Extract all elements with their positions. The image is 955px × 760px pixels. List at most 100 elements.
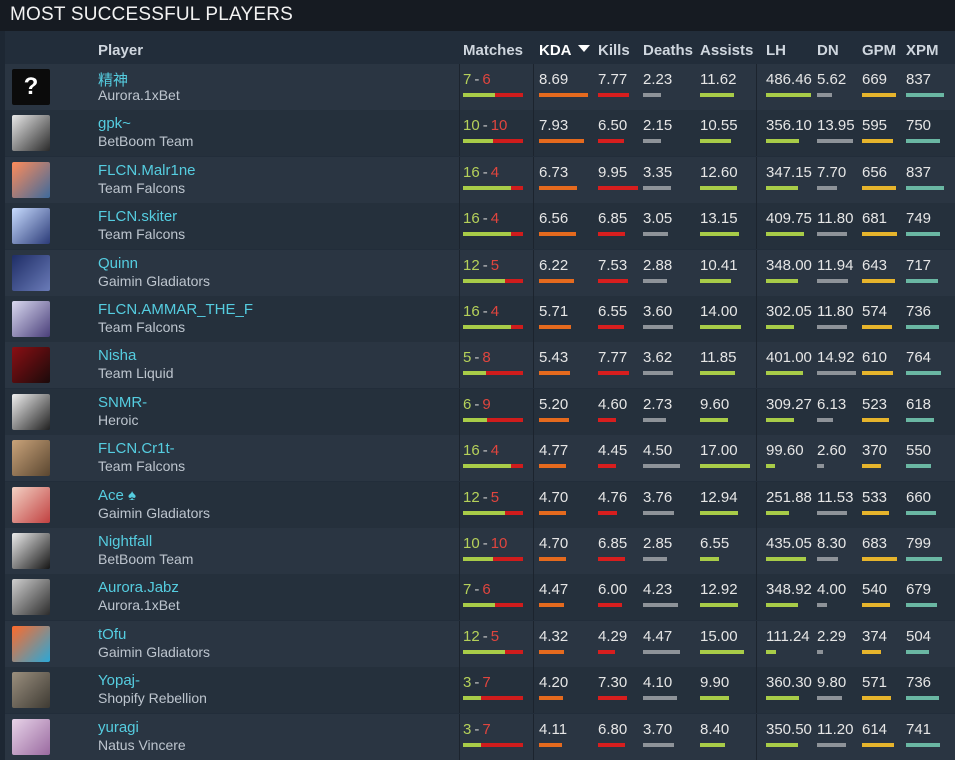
column-divider <box>533 574 534 621</box>
column-divider <box>756 667 757 714</box>
player-name-link[interactable]: Yopaj- <box>98 672 140 689</box>
table-row[interactable]: tOfu Gaimin Gladiators 12-5 4.32 4.29 4.47 15.… <box>5 620 955 667</box>
header-lh[interactable]: LH <box>766 42 786 59</box>
table-row[interactable]: Ace ♠ Gaimin Gladiators 12-5 4.70 4.76 3.76 12… <box>5 481 955 528</box>
player-avatar[interactable] <box>12 533 50 569</box>
kills-value: 4.45 <box>598 442 628 460</box>
player-avatar[interactable] <box>12 208 50 245</box>
page-header: MOST SUCCESSFUL PLAYERS <box>0 0 955 31</box>
players-table: Player Matches KDA Kills Deaths Assists … <box>5 31 955 760</box>
header-kills[interactable]: Kills <box>598 42 630 59</box>
table-row[interactable]: FLCN.Malr1ne Team Falcons 16-4 6.73 9.95 3.35… <box>5 156 955 203</box>
column-divider <box>533 64 534 110</box>
player-name-link[interactable]: Ace ♠ <box>98 487 136 504</box>
player-avatar[interactable] <box>12 672 50 709</box>
player-name-link[interactable]: tOfu <box>98 626 126 643</box>
lh-bar <box>766 232 804 237</box>
kda-value: 4.70 <box>539 488 569 506</box>
player-name-link[interactable]: FLCN.Cr1t- <box>98 440 175 457</box>
table-row[interactable]: SNMR- Heroic 6-9 5.20 4.60 2.73 9.60 309.27 6.13… <box>5 388 955 435</box>
player-name-link[interactable]: gpk~ <box>98 115 131 132</box>
column-divider <box>533 156 534 203</box>
header-kda[interactable]: KDA <box>539 42 590 59</box>
record-separator: - <box>482 303 488 320</box>
player-name-link[interactable]: FLCN.skiter <box>98 208 177 225</box>
kills-bar <box>598 139 624 144</box>
player-team: Heroic <box>98 411 139 428</box>
gpm-value: 643 <box>862 256 888 274</box>
table-row[interactable]: yuragi Natus Vincere 3-7 4.11 6.80 3.70 8.40 35… <box>5 713 955 760</box>
table-row[interactable]: ? 精神 Aurora.1xBet 7-6 8.69 7.77 2.23 11.62 486.4… <box>5 64 955 110</box>
unknown-avatar-icon[interactable]: ? <box>12 69 50 105</box>
header-assists[interactable]: Assists <box>700 42 753 59</box>
header-deaths[interactable]: Deaths <box>643 42 693 59</box>
gpm-value: 681 <box>862 210 888 228</box>
lh-bar <box>766 510 789 515</box>
table-row[interactable]: Nightfall BetBoom Team 10-10 4.70 6.85 2.85 6.… <box>5 528 955 574</box>
assists-bar <box>700 510 738 515</box>
header-dn[interactable]: DN <box>817 42 839 59</box>
xpm-bar <box>906 510 936 515</box>
kills-bar <box>598 93 629 97</box>
player-name-link[interactable]: FLCN.Malr1ne <box>98 162 196 179</box>
assists-value: 10.55 <box>700 117 738 135</box>
player-name-link[interactable]: yuragi <box>98 719 139 736</box>
player-avatar[interactable] <box>12 579 50 616</box>
dn-value: 11.20 <box>817 720 854 738</box>
kda-bar <box>539 278 574 283</box>
table-row[interactable]: Nisha Team Liquid 5-8 5.43 7.77 3.62 11.85 401.… <box>5 342 955 389</box>
player-avatar[interactable] <box>12 347 50 384</box>
assists-value: 12.94 <box>700 488 738 506</box>
xpm-value: 679 <box>906 581 932 599</box>
table-row[interactable]: FLCN.Cr1t- Team Falcons 16-4 4.77 4.45 4.50 17… <box>5 435 955 482</box>
record-separator: - <box>474 349 480 367</box>
xpm-value: 764 <box>906 349 932 367</box>
player-avatar[interactable] <box>12 161 50 198</box>
table-row[interactable]: gpk~ BetBoom Team 10-10 7.93 6.50 2.15 10.55 35… <box>5 110 955 157</box>
player-name-link[interactable]: Nightfall <box>98 533 152 550</box>
win-fill <box>463 139 493 144</box>
assists-bar <box>700 603 738 608</box>
player-avatar[interactable] <box>12 718 50 755</box>
deaths-bar <box>643 185 671 190</box>
losses-count: 7 <box>482 674 491 692</box>
header-matches[interactable]: Matches <box>463 42 523 59</box>
player-avatar[interactable] <box>12 625 50 662</box>
kda-value: 7.93 <box>539 117 569 135</box>
player-name-link[interactable]: Nisha <box>98 347 136 364</box>
kills-bar <box>598 232 625 237</box>
player-avatar[interactable] <box>12 115 50 152</box>
player-name-link[interactable]: FLCN.AMMAR_THE_F <box>98 301 253 318</box>
matches-record: 10-10 <box>463 535 507 552</box>
losses-count: 5 <box>490 488 500 506</box>
deaths-bar <box>643 417 666 422</box>
player-avatar[interactable] <box>12 301 50 337</box>
xpm-value: 837 <box>906 71 932 88</box>
wins-count: 16 <box>463 442 480 460</box>
kda-value: 5.43 <box>539 349 569 367</box>
player-avatar[interactable] <box>12 440 50 477</box>
player-name-link[interactable]: Aurora.Jabz <box>98 579 179 596</box>
player-avatar[interactable] <box>12 393 50 430</box>
column-divider <box>756 713 757 760</box>
lh-bar <box>766 185 798 190</box>
table-row[interactable]: Quinn Gaimin Gladiators 12-5 6.22 7.53 2.88 10… <box>5 249 955 296</box>
table-row[interactable]: FLCN.AMMAR_THE_F Team Falcons 16-4 5.71 6.55… <box>5 296 955 342</box>
player-name-link[interactable]: Quinn <box>98 255 138 272</box>
player-avatar[interactable] <box>12 486 50 523</box>
xpm-value: 736 <box>906 303 932 320</box>
assists-value: 12.92 <box>700 581 738 599</box>
table-row[interactable]: FLCN.skiter Team Falcons 16-4 6.56 6.85 3.05 1… <box>5 203 955 250</box>
table-row[interactable]: Yopaj- Shopify Rebellion 3-7 4.20 7.30 4.10 9.… <box>5 667 955 714</box>
player-name-link[interactable]: SNMR- <box>98 394 147 411</box>
header-xpm[interactable]: XPM <box>906 42 939 59</box>
player-avatar[interactable] <box>12 254 50 291</box>
header-gpm[interactable]: GPM <box>862 42 896 59</box>
lh-bar <box>766 649 776 654</box>
wins-count: 10 <box>463 535 480 552</box>
table-row[interactable]: Aurora.Jabz Aurora.1xBet 7-6 4.47 6.00 4.23 12… <box>5 574 955 621</box>
assists-bar <box>700 139 731 144</box>
losses-count: 10 <box>490 535 508 552</box>
lh-value: 348.92 <box>766 581 812 599</box>
header-player[interactable]: Player <box>98 42 143 59</box>
